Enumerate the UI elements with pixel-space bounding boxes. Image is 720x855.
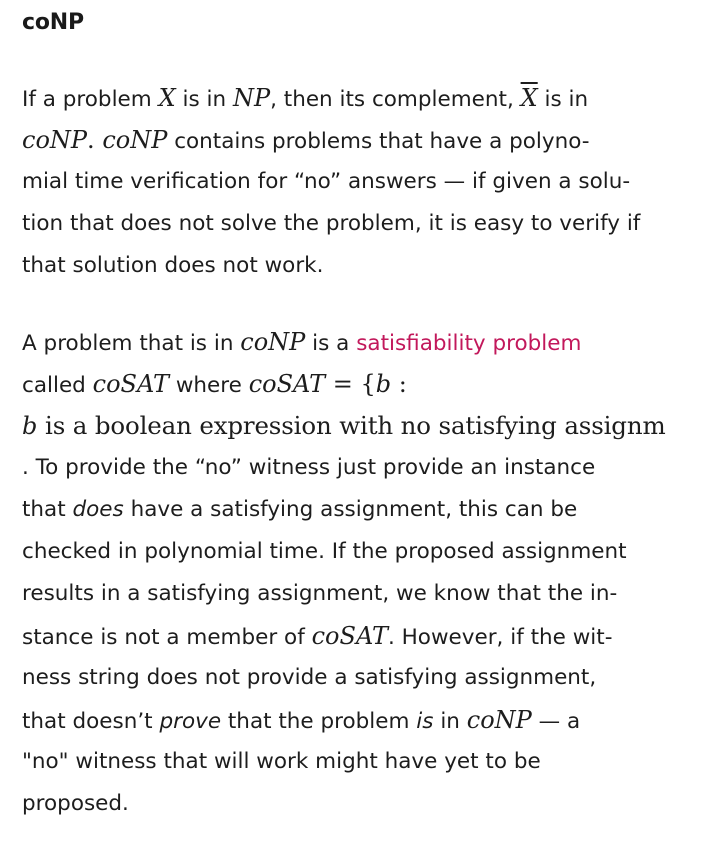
text-span: that (22, 497, 73, 522)
text-line: results in a satisfying assignment, we k… (22, 581, 618, 606)
math-cosat: coSAT (248, 370, 326, 398)
math-text: is a boolean expression with no satisfyi… (37, 411, 666, 440)
text-line: proposed. (22, 791, 129, 816)
math-equals-brace: = { (325, 370, 376, 398)
text-span: have a satisfying assignment, this can b… (123, 497, 578, 522)
text-span: is in (537, 87, 589, 112)
math-conp: coNP (240, 328, 306, 356)
paragraph-2: A problem that is in coNP is a satisfiab… (22, 321, 720, 825)
text-span: stance is not a member of (22, 625, 312, 650)
text-span: . However, if the wit- (387, 625, 613, 650)
math-x: X (158, 84, 176, 112)
text-line: coNP. coNP contains problems that have a… (22, 119, 720, 161)
text-line: tion that does not solve the problem, it… (22, 211, 641, 236)
text-span: called (22, 373, 93, 398)
text-line: "no" witness that will work might have y… (22, 749, 541, 774)
text-span: in (433, 709, 467, 734)
math-conp: coNP (102, 126, 168, 154)
text-span: that doesn’t (22, 709, 160, 734)
text-line: called coSAT where coSAT = {b : (22, 363, 720, 405)
text-line: A problem that is in coNP is a satisfiab… (22, 321, 720, 363)
emphasis-does: does (72, 497, 124, 522)
text-span: that the problem (221, 709, 417, 734)
text-line: checked in polynomial time. If the propo… (22, 539, 627, 564)
emphasis-is: is (416, 709, 434, 734)
satisfiability-problem-link[interactable]: satisfiability problem (356, 331, 581, 356)
math-cosat: coSAT (311, 622, 388, 650)
text-line: that does have a satisfying assignment, … (22, 489, 720, 531)
text-span: — a (531, 709, 581, 734)
math-cosat: coSAT (92, 370, 170, 398)
section-heading: coNP (22, 10, 84, 35)
text-span: where (169, 373, 249, 398)
math-b: b (375, 370, 392, 398)
text-span: contains problems that have a polyno- (167, 129, 590, 154)
paragraph-1: If a problem X is in NP, then its comple… (22, 77, 720, 287)
emphasis-prove: prove (159, 709, 222, 734)
text-line: that solution does not work. (22, 253, 324, 278)
text-line: mial time verification for “no” answers … (22, 169, 631, 194)
text-span: A problem that is in (22, 331, 241, 356)
math-dot: . (87, 126, 103, 154)
math-colon: : (391, 370, 407, 398)
math-conp: coNP (22, 126, 88, 154)
text-span: is a (305, 331, 357, 356)
text-span: is in (175, 87, 233, 112)
math-b: b (22, 412, 38, 440)
math-conp: coNP (466, 706, 532, 734)
text-line: ness string does not provide a satisfyin… (22, 665, 597, 690)
text-span: , then its complement, (270, 87, 521, 112)
text-line: that doesn’t prove that the problem is i… (22, 699, 720, 741)
text-line: If a problem X is in NP, then its comple… (22, 77, 720, 119)
text-line: . To provide the “no” witness just provi… (22, 455, 596, 480)
text-span: If a problem (22, 87, 159, 112)
math-np: NP (232, 84, 271, 112)
text-line: stance is not a member of coSAT. However… (22, 615, 720, 657)
math-x-complement: X (520, 84, 538, 112)
math-overflow-line: b is a boolean expression with no satisf… (22, 405, 720, 447)
